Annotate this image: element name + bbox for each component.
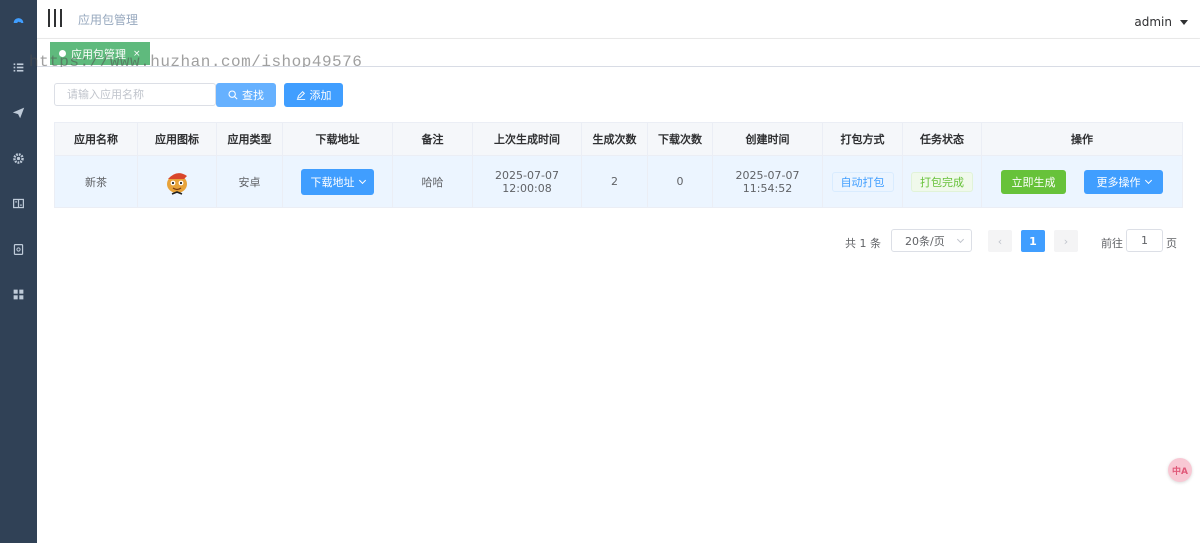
download-label: 下载地址 [310,175,355,189]
add-button-label: 添加 [309,89,332,102]
tags-view: 应用包管理 × [37,39,1200,67]
col-header: 备注 [392,122,473,156]
col-header: 应用图标 [137,122,217,156]
cell-operations: 立即生成 更多操作 [981,155,1183,208]
search-button[interactable]: 查找 [216,83,276,107]
more-actions-dropdown[interactable]: 更多操作 [1084,169,1163,194]
status-badge: 打包完成 [911,171,973,192]
pagination-total: 共 1 条 [845,237,881,250]
goto-page-input[interactable] [1126,229,1163,252]
cell-last-generated: 2025-07-07 12:00:08 [472,155,582,208]
add-button[interactable]: 添加 [284,83,343,107]
next-page-button[interactable]: › [1054,230,1078,252]
app-package-table: 应用名称 应用图标 应用类型 下载地址 备注 上次生成时间 生成次数 下载次数 … [54,122,1183,208]
goto-unit-label: 页 [1166,237,1177,250]
user-menu[interactable]: admin [1134,15,1188,29]
cell-created: 2025-07-07 11:54:52 [712,155,823,208]
page-size-select[interactable]: 20条/页 [891,229,972,252]
caret-down-icon [1180,19,1188,25]
chevron-down-icon [956,235,965,243]
search-button-label: 查找 [242,89,264,102]
user-name: admin [1134,15,1172,29]
page-number-current[interactable]: 1 [1021,230,1045,252]
cell-download: 下载地址 [282,155,393,208]
cell-pack-mode: 自动打包 [822,155,903,208]
table-row: 新茶 安卓 下载地址 哈哈 2025-07-07 12:00:08 2 0 20… [54,155,1183,208]
table-header-row: 应用名称 应用图标 应用类型 下载地址 备注 上次生成时间 生成次数 下载次数 … [54,122,1183,156]
send-icon[interactable] [0,100,37,124]
page-size-value: 20条/页 [905,234,945,248]
hamburger-menu-icon[interactable] [48,9,62,27]
prev-page-button[interactable]: ‹ [988,230,1012,252]
download-address-dropdown[interactable]: 下载地址 [301,168,374,195]
chevron-down-icon [358,176,366,184]
app-name-search-input[interactable] [54,83,216,106]
col-header: 下载次数 [647,122,713,156]
col-header: 打包方式 [822,122,903,156]
cell-app-icon [137,155,217,208]
chevron-right-icon: › [1063,234,1069,248]
tag-label: 应用包管理 [71,47,126,61]
pack-mode-badge: 自动打包 [831,171,894,192]
dashboard-icon[interactable] [0,8,37,32]
search-icon [228,90,238,100]
edit-icon [296,91,305,100]
main-content: 查找 添加 应用名称 应用图标 应用类型 下载地址 备注 上次生成时间 生成次数… [37,67,1190,543]
cell-generate-count: 2 [581,155,648,208]
chevron-down-icon [1144,176,1152,184]
generate-now-button[interactable]: 立即生成 [1001,169,1066,194]
active-dot-icon [59,50,66,57]
cell-task-status: 打包完成 [902,155,982,208]
translate-icon[interactable]: 中A [1168,458,1192,482]
device-icon[interactable] [0,237,37,261]
cell-app-type: 安卓 [216,155,283,208]
breadcrumb: 应用包管理 [78,13,139,27]
col-header: 生成次数 [581,122,648,156]
col-header: 操作 [981,122,1183,156]
cell-app-name: 新茶 [54,155,138,208]
navbar: 应用包管理 admin [37,0,1200,39]
apps-grid-icon[interactable] [0,282,37,306]
col-header: 应用名称 [54,122,138,156]
cell-download-count: 0 [647,155,713,208]
col-header: 应用类型 [216,122,283,156]
list-icon[interactable] [0,55,37,79]
cell-remark: 哈哈 [392,155,473,208]
col-header: 创建时间 [712,122,823,156]
exchange-icon[interactable] [0,191,37,215]
gear-icon[interactable] [0,146,37,170]
col-header: 下载地址 [282,122,393,156]
sidebar [0,0,37,543]
goto-label: 前往 [1101,237,1123,250]
col-header: 任务状态 [902,122,982,156]
col-header: 上次生成时间 [472,122,582,156]
close-icon[interactable]: × [133,49,141,59]
chevron-left-icon: ‹ [997,234,1003,248]
tag-app-package[interactable]: 应用包管理 × [50,42,150,65]
more-actions-label: 更多操作 [1096,175,1141,189]
app-icon-image [167,172,187,195]
